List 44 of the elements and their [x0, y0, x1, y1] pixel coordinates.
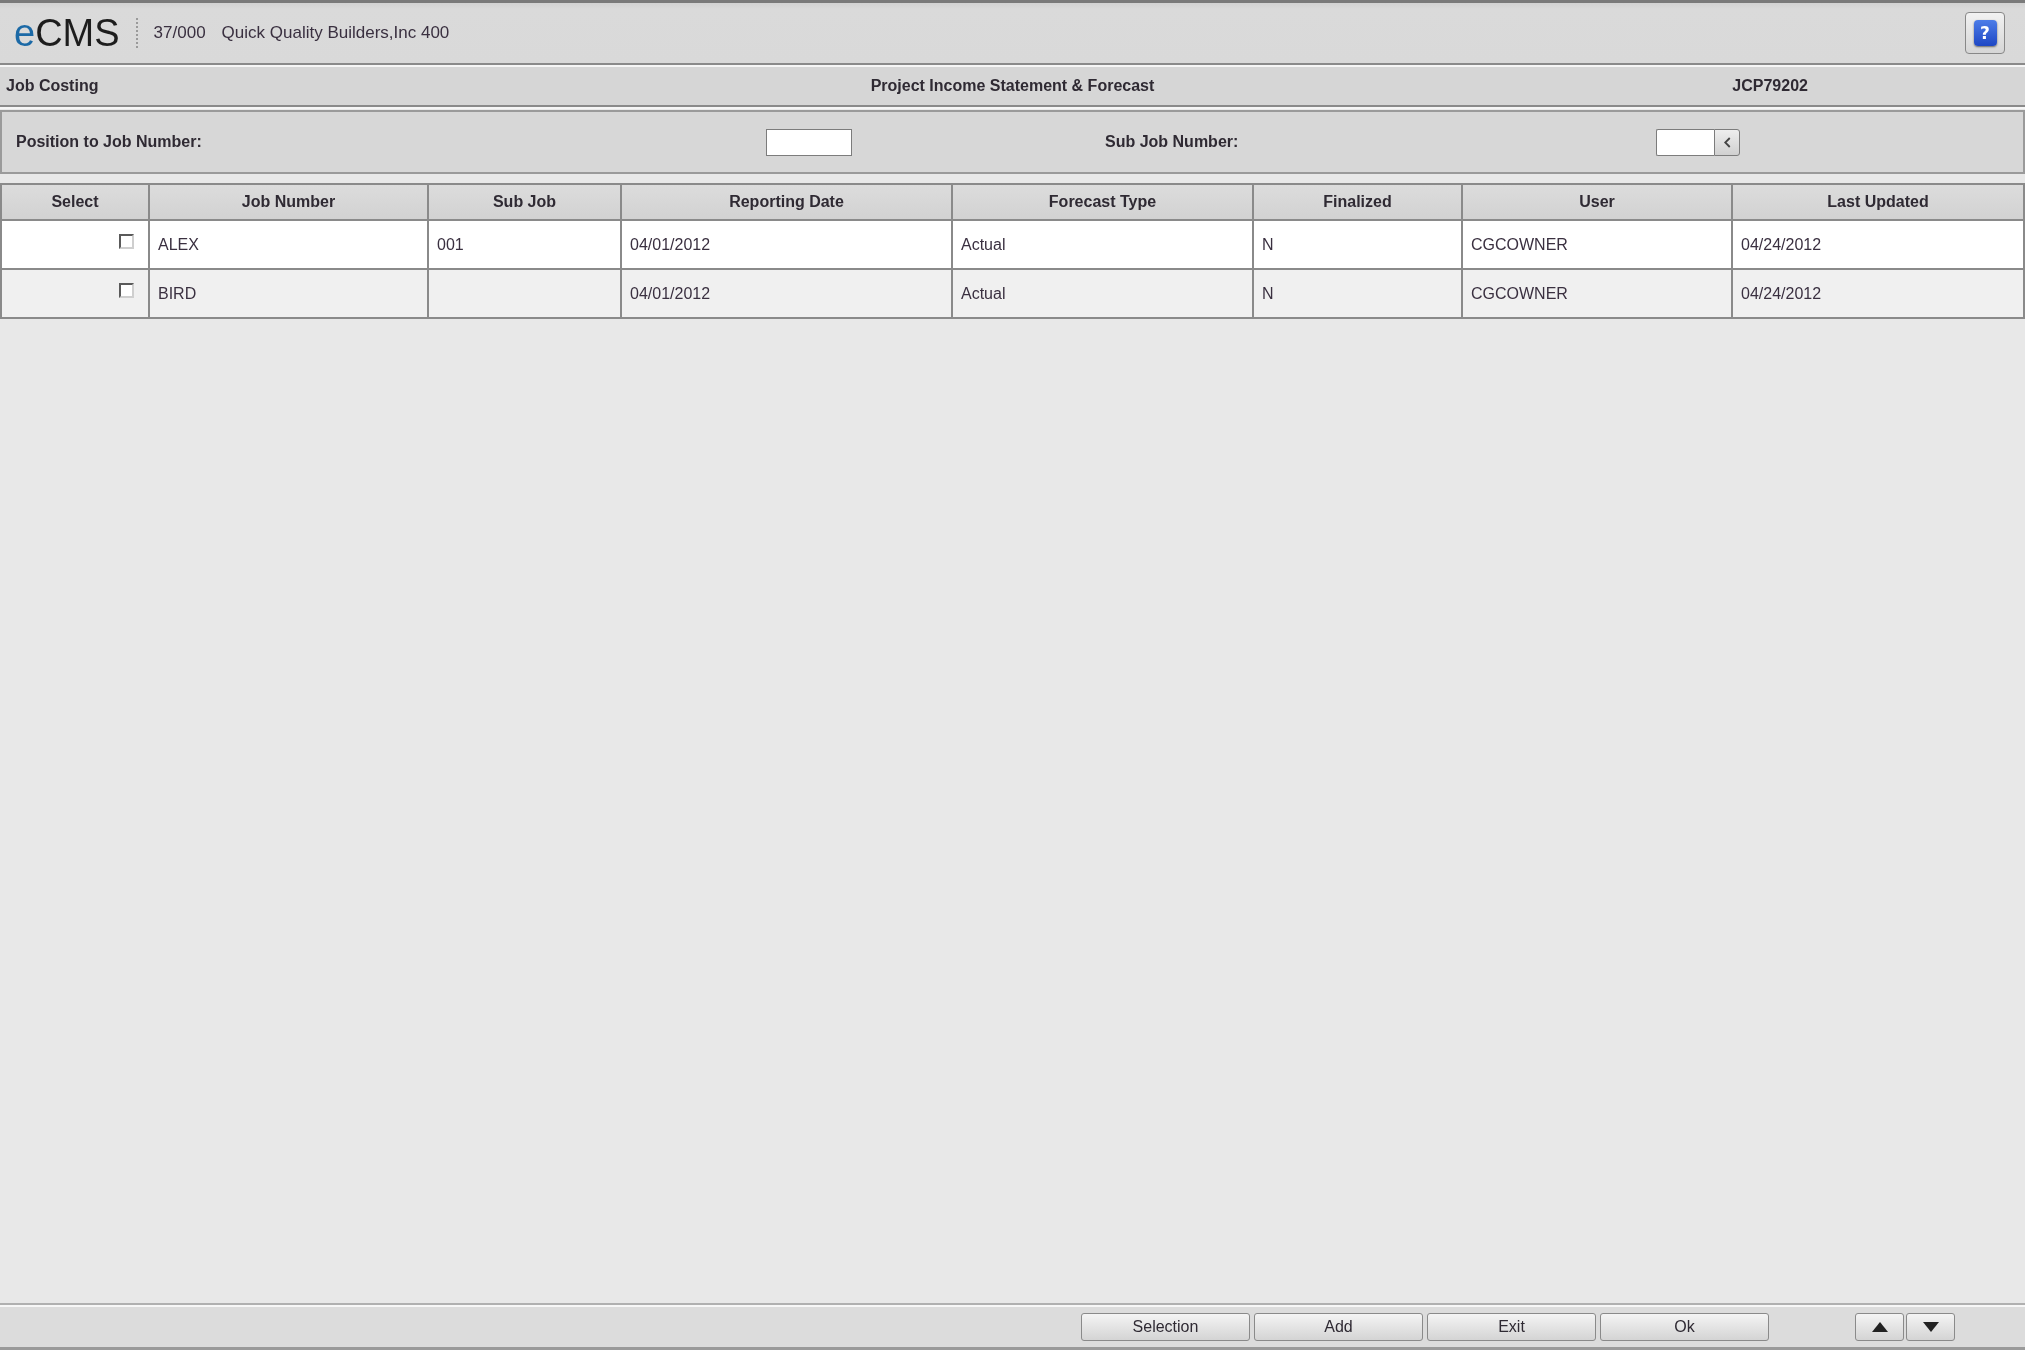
program-id: JCP79202 [1732, 77, 1808, 95]
table-cell: ALEX [149, 220, 428, 269]
column-header: Select [1, 184, 149, 220]
column-header: Reporting Date [621, 184, 952, 220]
table-cell: CGCOWNER [1462, 220, 1732, 269]
triangle-up-icon [1871, 1322, 1888, 1332]
screen-title: Project Income Statement & Forecast [870, 77, 1155, 95]
table-cell: BIRD [149, 269, 428, 318]
input-field[interactable] [766, 128, 852, 156]
filter-label: Position to Job Number: [16, 133, 202, 151]
page-up-button[interactable] [1855, 1313, 1904, 1341]
action-button[interactable]: Exit [1427, 1313, 1596, 1341]
table-cell: CGCOWNER [1462, 269, 1732, 318]
table-cell: N [1253, 220, 1462, 269]
page-down-button[interactable] [1906, 1313, 1955, 1341]
table-cell: 04/01/2012 [621, 269, 952, 318]
help-button[interactable]: ? [1965, 12, 2005, 54]
column-header: Sub Job [428, 184, 621, 220]
module-name: Job Costing [5, 77, 99, 95]
action-button[interactable]: Selection [1081, 1313, 1250, 1341]
table-cell: 04/01/2012 [621, 220, 952, 269]
table-cell: N [1253, 269, 1462, 318]
input-field[interactable] [1656, 128, 1714, 156]
table-cell: 001 [428, 220, 621, 269]
checkbox[interactable] [119, 282, 134, 298]
table-cell: Actual [952, 220, 1253, 269]
table-cell: Actual [952, 269, 1253, 318]
action-button[interactable]: Ok [1600, 1313, 1769, 1341]
column-header: Job Number [149, 184, 428, 220]
lookup-button[interactable] [1714, 128, 1740, 156]
column-header: Finalized [1253, 184, 1462, 220]
table-cell: 04/24/2012 [1732, 269, 2024, 318]
checkbox[interactable] [119, 233, 134, 249]
action-button[interactable]: Add [1254, 1313, 1423, 1341]
triangle-down-icon [1922, 1322, 1939, 1332]
column-header: Last Updated [1732, 184, 2024, 220]
column-header: Forecast Type [952, 184, 1253, 220]
column-header: User [1462, 184, 1732, 220]
ecms-logo: eCMS [14, 14, 120, 52]
company-name: Quick Quality Builders,Inc 400 [221, 23, 450, 43]
table-cell: 04/24/2012 [1732, 220, 2024, 269]
company-code: 37/000 [153, 23, 206, 43]
filter-label: Sub Job Number: [1105, 133, 1239, 151]
chevron-left-icon [1722, 136, 1732, 148]
